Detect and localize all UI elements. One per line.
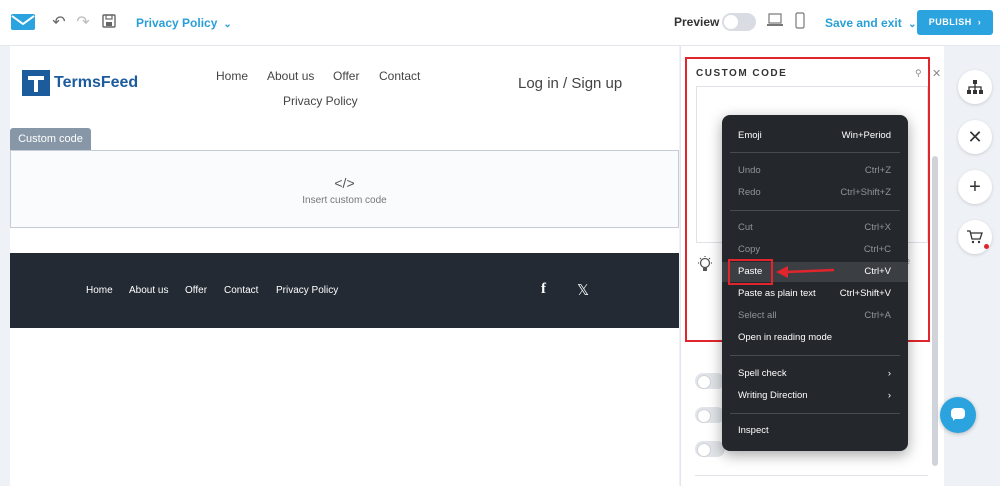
context-menu: Emoji Win+Period Undo Ctrl+Z Redo Ctrl+S… — [722, 115, 908, 451]
page-selector[interactable]: Privacy Policy ⌄ — [136, 16, 232, 30]
close-icon[interactable]: ✕ — [932, 67, 941, 80]
footer-nav-contact[interactable]: Contact — [224, 285, 258, 296]
publish-button[interactable]: PUBLISH › — [917, 10, 993, 35]
menu-item-label: Spell check — [738, 368, 787, 379]
sitemap-icon[interactable] — [958, 70, 992, 104]
add-icon[interactable]: + — [958, 170, 992, 204]
chevron-right-icon: › — [977, 17, 982, 27]
menu-item-label: Select all — [738, 310, 777, 321]
option-toggle[interactable] — [695, 441, 725, 457]
site-footer: Home About us Offer Contact Privacy Poli… — [10, 253, 679, 328]
menu-item-shortcut: Ctrl+Z — [864, 165, 891, 176]
mobile-view-icon[interactable] — [791, 12, 809, 30]
panel-divider — [695, 475, 928, 476]
site-logo[interactable]: TermsFeed — [22, 70, 138, 96]
save-icon[interactable] — [100, 14, 118, 32]
termsfeed-logo-icon — [22, 70, 50, 96]
footer-nav-offer[interactable]: Offer — [185, 285, 207, 296]
menu-separator — [730, 355, 900, 356]
pin-icon[interactable]: ⚲ — [915, 68, 922, 79]
chevron-down-icon: ⌄ — [223, 19, 232, 30]
menu-item-label: Paste — [738, 266, 763, 277]
menu-item-emoji[interactable]: Emoji Win+Period — [722, 126, 908, 146]
option-toggle[interactable] — [695, 407, 725, 423]
menu-item-shortcut: Ctrl+V — [864, 266, 891, 277]
x-twitter-icon[interactable]: 𝕏 — [577, 281, 589, 299]
menu-item-shortcut: Ctrl+A — [864, 310, 891, 321]
top-bar: ↶ ↷ Privacy Policy ⌄ Preview Save and exi… — [0, 0, 1000, 46]
menu-item-select-all[interactable]: Select all Ctrl+A — [722, 306, 908, 326]
menu-item-label: Open in reading mode — [738, 332, 833, 343]
nav-about-us[interactable]: About us — [267, 69, 314, 83]
nav-privacy-policy[interactable]: Privacy Policy — [283, 94, 358, 108]
menu-item-label: Paste as plain text — [738, 288, 816, 299]
undo-icon[interactable]: ↶ — [50, 14, 68, 32]
menu-item-shortcut: Ctrl+Shift+V — [839, 288, 891, 299]
facebook-icon[interactable]: f — [541, 281, 546, 298]
menu-item-label: Emoji — [738, 130, 762, 141]
panel-title: CUSTOM CODE — [696, 68, 788, 79]
nav-contact[interactable]: Contact — [379, 69, 420, 83]
option-toggle[interactable] — [695, 373, 725, 389]
save-and-exit-label: Save and exit — [825, 16, 902, 30]
menu-item-shortcut: Ctrl+Shift+Z — [840, 187, 891, 198]
menu-item-reading-mode[interactable]: Open in reading mode — [722, 328, 908, 348]
menu-item-label: Undo — [738, 165, 761, 176]
menu-item-label: Redo — [738, 187, 761, 198]
menu-item-undo[interactable]: Undo Ctrl+Z — [722, 161, 908, 181]
editor-canvas[interactable]: TermsFeed Home About us Offer Contact Pr… — [10, 46, 679, 486]
nav-offer[interactable]: Offer — [333, 69, 359, 83]
menu-item-label: Writing Direction — [738, 390, 808, 401]
custom-code-tab[interactable]: Custom code — [10, 128, 91, 150]
publish-label: PUBLISH — [928, 17, 972, 27]
menu-separator — [730, 413, 900, 414]
menu-item-shortcut: Ctrl+C — [863, 244, 891, 255]
panel-scrollbar[interactable] — [932, 156, 938, 466]
menu-item-copy[interactable]: Copy Ctrl+C — [722, 240, 908, 260]
menu-item-redo[interactable]: Redo Ctrl+Shift+Z — [722, 183, 908, 203]
menu-item-cut[interactable]: Cut Ctrl+X — [722, 218, 908, 238]
menu-separator — [730, 210, 900, 211]
footer-nav-home[interactable]: Home — [86, 285, 113, 296]
menu-item-inspect[interactable]: Inspect — [722, 421, 908, 441]
footer-nav-about-us[interactable]: About us — [129, 285, 168, 296]
menu-item-label: Inspect — [738, 425, 769, 436]
nav-home[interactable]: Home — [216, 69, 248, 83]
menu-item-label: Copy — [738, 244, 761, 255]
mail-logo-icon[interactable] — [10, 12, 36, 32]
cart-icon[interactable] — [958, 220, 992, 254]
save-and-exit-button[interactable]: Save and exit ⌄ — [825, 16, 916, 30]
insert-custom-code-hint: Insert custom code — [302, 195, 387, 206]
arrow-left-icon — [776, 266, 835, 278]
desktop-view-icon[interactable] — [766, 13, 784, 31]
menu-item-shortcut: Win+Period — [841, 130, 891, 141]
menu-item-spell-check[interactable]: Spell check › — [722, 364, 908, 384]
chevron-down-icon: ⌄ — [908, 19, 917, 30]
code-icon: </> — [334, 175, 355, 191]
lightbulb-icon — [697, 256, 713, 278]
chevron-right-icon: › — [887, 390, 891, 401]
close-icon[interactable]: ✕ — [958, 120, 992, 154]
menu-item-label: Cut — [738, 222, 753, 233]
site-logo-text: TermsFeed — [54, 74, 139, 91]
menu-separator — [730, 152, 900, 153]
footer-nav-privacy-policy[interactable]: Privacy Policy — [276, 285, 338, 296]
notification-dot — [984, 244, 989, 249]
custom-code-block[interactable]: </> Insert custom code — [10, 150, 679, 228]
login-signup-link[interactable]: Log in / Sign up — [518, 75, 622, 92]
chevron-right-icon: › — [887, 368, 891, 379]
menu-item-writing-direction[interactable]: Writing Direction › — [722, 386, 908, 406]
preview-label: Preview — [674, 15, 720, 29]
redo-icon[interactable]: ↷ — [74, 14, 92, 32]
page-selector-label: Privacy Policy — [136, 16, 218, 30]
preview-toggle[interactable] — [722, 13, 756, 31]
menu-item-paste-plain-text[interactable]: Paste as plain text Ctrl+Shift+V — [722, 284, 908, 304]
menu-item-shortcut: Ctrl+X — [864, 222, 891, 233]
chat-icon[interactable] — [940, 397, 976, 433]
